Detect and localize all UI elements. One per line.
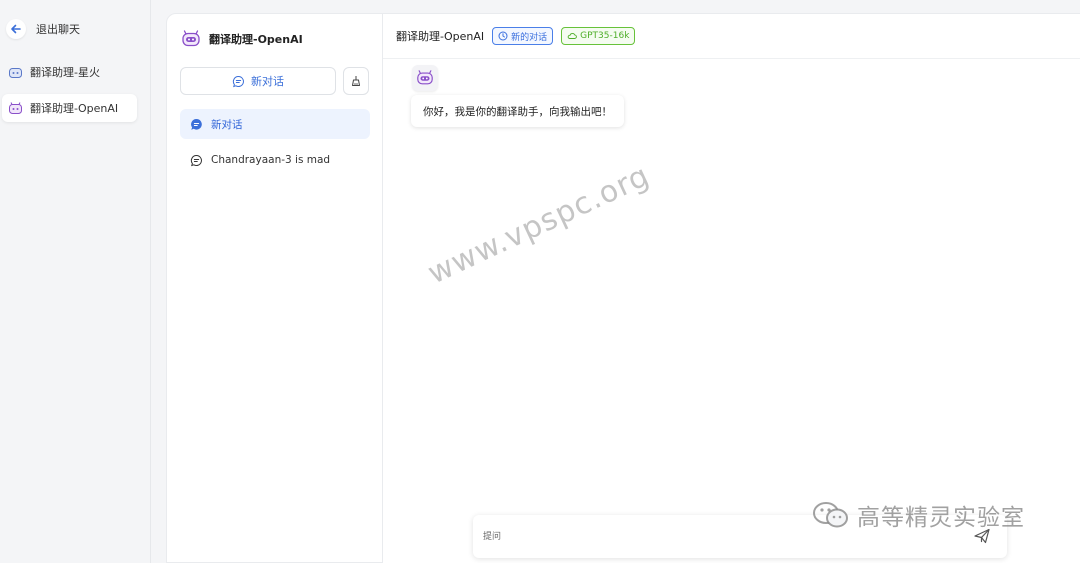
conversation-item-chandrayaan[interactable]: Chandrayaan-3 is mad: [180, 145, 370, 175]
conversation-item-label: 新对话: [211, 118, 243, 131]
back-arrow-icon: [6, 19, 26, 39]
conversation-item-label: Chandrayaan-3 is mad: [211, 154, 331, 166]
sidebar-item-label: 翻译助理-OpenAI: [30, 102, 119, 115]
chat-title: 翻译助理-OpenAI: [396, 30, 485, 43]
chat-bubble-icon: [232, 75, 244, 87]
bot-sidebar: 退出聊天 翻译助理-星火 翻译助理-OpenAI: [0, 0, 151, 563]
chat-bubble-filled-icon: [191, 118, 202, 130]
chat-panel: 翻译助理-OpenAI 新的对话 GPT35-16k 你好，我是你的翻译助手，向…: [383, 13, 1080, 563]
brand-watermark: 高等精灵实验室: [811, 498, 1025, 532]
assistant-message-text: 你好，我是你的翻译助手，向我输出吧！: [423, 105, 612, 118]
model-tag: GPT35-16k: [561, 27, 636, 45]
sidebar-item-bot-openai[interactable]: 翻译助理-OpenAI: [2, 94, 137, 122]
exit-chat-button[interactable]: 退出聊天: [6, 18, 80, 40]
wechat-icon: [813, 502, 848, 528]
chat-bubble-icon: [190, 154, 202, 166]
assistant-message: 你好，我是你的翻译助手，向我输出吧！: [411, 95, 624, 127]
conversation-panel-title: 翻译助理-OpenAI: [209, 33, 303, 46]
sidebar-item-bot-xinghuo[interactable]: 翻译助理-星火: [2, 58, 137, 86]
robot-avatar-icon: [8, 101, 23, 116]
new-conversation-tag-label: 新的对话: [511, 32, 548, 43]
conversation-item-new[interactable]: 新对话: [180, 109, 370, 139]
robot-avatar-icon: [417, 70, 433, 85]
new-chat-button[interactable]: 新对话: [180, 67, 336, 95]
robot-avatar-icon: [8, 65, 23, 80]
clear-conversations-button[interactable]: [343, 67, 369, 95]
conversation-list-panel: 翻译助理-OpenAI 新对话 新对话 Chandrayaan-3 is mad: [166, 13, 383, 563]
broom-icon: [352, 76, 360, 86]
exit-chat-label: 退出聊天: [36, 23, 80, 36]
new-chat-label: 新对话: [251, 75, 284, 88]
clock-icon: [498, 31, 508, 41]
chat-header: 翻译助理-OpenAI 新的对话 GPT35-16k: [383, 14, 1080, 59]
brand-text: 高等精灵实验室: [857, 505, 1025, 531]
new-conversation-tag: 新的对话: [492, 27, 554, 45]
conversation-panel-header: 翻译助理-OpenAI: [181, 29, 303, 49]
model-tag-label: GPT35-16k: [580, 31, 630, 41]
robot-avatar-icon: [182, 30, 200, 47]
assistant-avatar: [412, 65, 438, 91]
cloud-icon: [567, 33, 577, 39]
sidebar-item-label: 翻译助理-星火: [30, 66, 100, 79]
